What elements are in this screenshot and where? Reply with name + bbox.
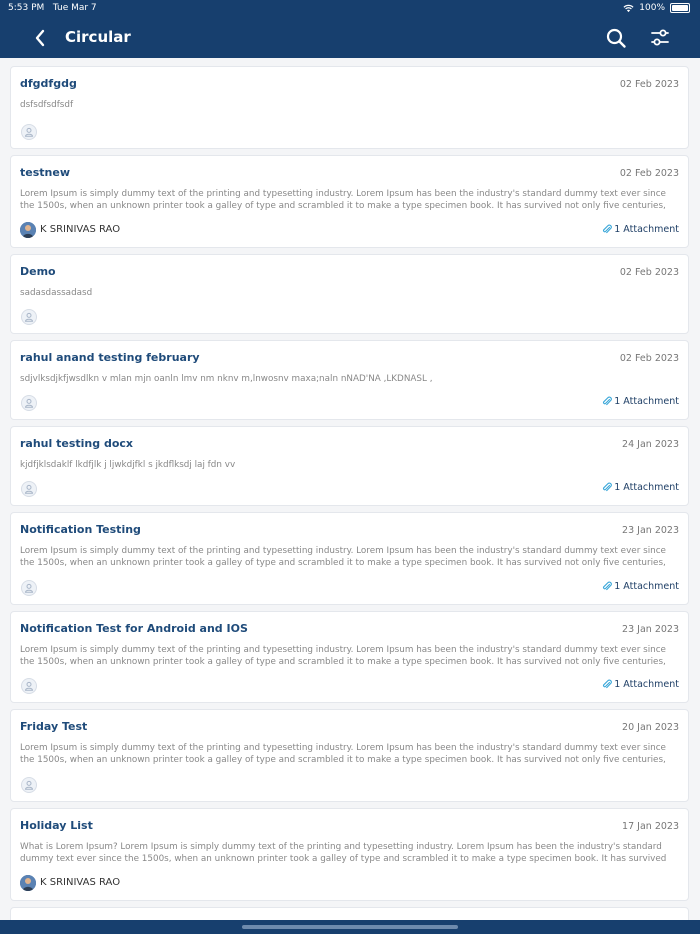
circular-date: 02 Feb 2023 xyxy=(619,353,679,364)
avatar xyxy=(21,309,37,325)
author-name: K SRINIVAS RAO xyxy=(40,224,121,235)
circular-footer: 1 Attachment xyxy=(20,678,679,694)
sliders-icon xyxy=(651,29,669,46)
battery-icon xyxy=(670,3,690,13)
circular-title: rahul anand testing february xyxy=(20,351,200,364)
circular-body: sadasdassadasd xyxy=(20,288,93,298)
circular-body: What is Lorem Ipsum? Lorem Ipsum is simp… xyxy=(20,842,667,864)
user-icon xyxy=(24,583,34,593)
search-icon xyxy=(606,28,626,48)
home-bar xyxy=(0,920,700,934)
circular-date: 23 Jan 2023 xyxy=(622,624,679,635)
circular-card[interactable]: dfgdfgdg 02 Feb 2023 dsfsdfsdfsdf xyxy=(10,66,689,149)
avatar xyxy=(21,580,37,596)
user-icon xyxy=(24,127,34,137)
avatar xyxy=(21,124,37,140)
circular-card[interactable]: Friday Test 20 Jan 2023 Lorem Ipsum is s… xyxy=(10,709,689,802)
avatar xyxy=(20,875,36,891)
status-time: 5:53 PM Tue Mar 7 xyxy=(8,3,97,13)
circular-footer xyxy=(20,777,679,793)
chevron-left-icon xyxy=(35,29,45,47)
circular-body: kjdfjklsdaklf lkdfjlk j ljwkdjfkl s jkdf… xyxy=(20,460,236,470)
circular-body: dsfsdfsdfsdf xyxy=(20,100,74,110)
circular-date: 02 Feb 2023 xyxy=(619,267,679,278)
user-photo-icon xyxy=(20,875,36,891)
user-photo-icon xyxy=(20,222,36,238)
user-icon xyxy=(24,780,34,790)
search-button[interactable] xyxy=(604,26,628,50)
user-icon xyxy=(24,681,34,691)
circular-footer: K SRINIVAS RAO 1 Attachment xyxy=(20,222,679,239)
attachment-link[interactable]: 1 Attachment xyxy=(602,482,679,493)
circular-date: 24 Jan 2023 xyxy=(622,439,679,450)
circular-footer: 1 Attachment xyxy=(20,481,679,497)
user-icon xyxy=(24,484,34,494)
circular-card[interactable]: Notification Testing 23 Jan 2023 Lorem I… xyxy=(10,512,689,605)
paperclip-icon xyxy=(603,581,613,591)
circular-list: dfgdfgdg 02 Feb 2023 dsfsdfsdfsdf testne… xyxy=(10,66,689,933)
circular-date: 02 Feb 2023 xyxy=(619,168,679,179)
circular-card[interactable]: rahul anand testing february 02 Feb 2023… xyxy=(10,340,689,420)
circular-title: testnew xyxy=(20,166,70,179)
filter-button[interactable] xyxy=(648,26,672,50)
circular-date: 17 Jan 2023 xyxy=(622,821,679,832)
circular-date: 23 Jan 2023 xyxy=(622,525,679,536)
circular-date: 20 Jan 2023 xyxy=(622,722,679,733)
circular-footer: 1 Attachment xyxy=(20,580,679,596)
circular-title: Notification Test for Android and IOS xyxy=(20,622,248,635)
paperclip-icon xyxy=(603,224,613,234)
circular-card[interactable]: testnew 02 Feb 2023 Lorem Ipsum is simpl… xyxy=(10,155,689,248)
circular-title: Holiday List xyxy=(20,819,93,832)
circular-title: rahul testing docx xyxy=(20,437,133,450)
page-title: Circular xyxy=(65,28,131,46)
status-right: 100% xyxy=(623,3,690,13)
circular-card[interactable]: Notification Test for Android and IOS 23… xyxy=(10,611,689,703)
circular-body: Lorem Ipsum is simply dummy text of the … xyxy=(20,189,666,211)
circular-footer: 1 Attachment xyxy=(20,395,679,411)
circular-card[interactable]: rahul testing docx 24 Jan 2023 kjdfjklsd… xyxy=(10,426,689,506)
wifi-icon xyxy=(623,4,634,12)
nav-bar: Circular xyxy=(0,18,700,58)
paperclip-icon xyxy=(603,396,613,406)
circular-footer xyxy=(20,309,679,325)
circular-body: Lorem Ipsum is simply dummy text of the … xyxy=(20,645,666,667)
attachment-link[interactable]: 1 Attachment xyxy=(602,396,679,407)
avatar xyxy=(21,678,37,694)
attachment-link[interactable]: 1 Attachment xyxy=(602,224,679,235)
attachment-link[interactable]: 1 Attachment xyxy=(602,581,679,592)
circular-date: 02 Feb 2023 xyxy=(619,79,679,90)
circular-title: dfgdfgdg xyxy=(20,77,77,90)
circular-title: Friday Test xyxy=(20,720,88,733)
circular-title: Notification Testing xyxy=(20,523,141,536)
author-name: K SRINIVAS RAO xyxy=(40,877,121,888)
home-indicator[interactable] xyxy=(242,925,458,929)
paperclip-icon xyxy=(603,482,613,492)
circular-body: Lorem Ipsum is simply dummy text of the … xyxy=(20,743,666,765)
avatar xyxy=(21,395,37,411)
battery-percent: 100% xyxy=(639,3,665,13)
avatar xyxy=(21,777,37,793)
user-icon xyxy=(24,312,34,322)
circular-body: sdjvlksdjkfjwsdlkn v mlan mjn oanln lmv … xyxy=(20,374,433,384)
avatar xyxy=(20,222,36,238)
circular-card[interactable]: Holiday List 17 Jan 2023 What is Lorem I… xyxy=(10,808,689,901)
circular-footer: K SRINIVAS RAO xyxy=(20,875,679,892)
attachment-link[interactable]: 1 Attachment xyxy=(602,679,679,690)
circular-title: Demo xyxy=(20,265,56,278)
circular-body: Lorem Ipsum is simply dummy text of the … xyxy=(20,546,666,568)
status-bar: 5:53 PM Tue Mar 7 100% xyxy=(0,0,700,18)
back-button[interactable] xyxy=(28,26,52,50)
paperclip-icon xyxy=(603,679,613,689)
circular-footer xyxy=(20,124,679,140)
avatar xyxy=(21,481,37,497)
user-icon xyxy=(24,398,34,408)
circular-card[interactable]: Demo 02 Feb 2023 sadasdassadasd xyxy=(10,254,689,334)
